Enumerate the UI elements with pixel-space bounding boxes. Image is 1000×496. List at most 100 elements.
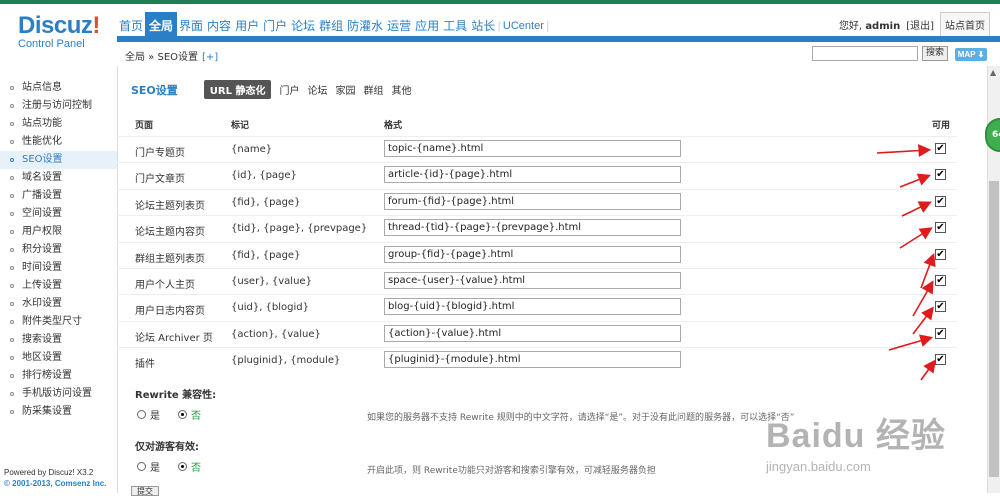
logo-subtitle: Control Panel bbox=[18, 38, 85, 50]
format-input[interactable]: thread-{tid}-{page}-{prevpage}.html bbox=[384, 219, 681, 237]
logout-link[interactable]: [退出] bbox=[906, 17, 934, 32]
sidebar-item[interactable]: 域名设置 bbox=[0, 169, 117, 187]
format-input[interactable]: forum-{fid}-{page}.html bbox=[384, 192, 681, 210]
bullet-icon bbox=[10, 158, 14, 162]
tab-other[interactable]: 其他 bbox=[391, 82, 411, 97]
tab-forum[interactable]: 论坛 bbox=[307, 82, 327, 97]
search-button[interactable]: 搜索 bbox=[922, 46, 948, 61]
format-input[interactable]: topic-{name}.html bbox=[384, 140, 681, 157]
sidebar-item[interactable]: 地区设置 bbox=[0, 349, 117, 367]
format-input[interactable]: space-{user}-{value}.html bbox=[384, 272, 681, 289]
guest-no-radio[interactable] bbox=[178, 462, 187, 471]
sidebar-item[interactable]: 站点功能 bbox=[0, 115, 117, 133]
page-name: 论坛主题内容页 bbox=[135, 227, 205, 239]
breadcrumb-text: 全局 » SEO设置 bbox=[125, 52, 199, 63]
add-shortcut-link[interactable]: [+] bbox=[202, 52, 218, 63]
format-input[interactable]: blog-{uid}-{blogid}.html bbox=[384, 298, 681, 316]
nav-underline-bar bbox=[117, 36, 1000, 42]
bullet-icon bbox=[10, 356, 14, 360]
site-home-button[interactable]: 站点首页 bbox=[940, 12, 990, 37]
bullet-icon bbox=[10, 140, 14, 144]
submit-button[interactable]: 提交 bbox=[131, 486, 159, 496]
page-name: 用户个人主页 bbox=[135, 280, 195, 291]
user-name: admin bbox=[865, 21, 901, 32]
sidebar-item[interactable]: 用户权限 bbox=[0, 223, 117, 241]
map-button[interactable]: MAP ⬇ bbox=[955, 48, 987, 61]
header-enabled: 可用 bbox=[932, 121, 951, 131]
sidebar-item-label: 手机版访问设置 bbox=[22, 388, 92, 399]
table-row: 群组主题列表页 {fid}, {page} group-{fid}-{page}.h… bbox=[117, 241, 957, 268]
sidebar-footer: Powered by Discuz! X3.2 © 2001-2013, Com… bbox=[4, 467, 106, 489]
enabled-checkbox[interactable]: ✔ bbox=[935, 275, 946, 286]
watermark-main: Baidu 经验 bbox=[766, 417, 946, 455]
sidebar-item[interactable]: 防采集设置 bbox=[0, 403, 117, 421]
table-row: 插件 {pluginid}, {module} {pluginid}-{module… bbox=[117, 347, 957, 373]
search-input[interactable] bbox=[812, 46, 918, 61]
page-name: 门户文章页 bbox=[135, 174, 185, 186]
scroll-up-arrow-icon[interactable]: ▲ bbox=[990, 68, 996, 77]
enabled-checkbox[interactable]: ✔ bbox=[935, 169, 946, 181]
sidebar-item[interactable]: 性能优化 bbox=[0, 133, 117, 151]
enabled-checkbox[interactable]: ✔ bbox=[935, 354, 946, 366]
sidebar-item-label: 地区设置 bbox=[22, 352, 62, 363]
sidebar-item[interactable]: 空间设置 bbox=[0, 205, 117, 223]
sidebar-item[interactable]: 站点信息 bbox=[0, 79, 117, 97]
bullet-icon bbox=[10, 230, 14, 234]
format-input[interactable]: {pluginid}-{module}.html bbox=[384, 351, 681, 369]
sidebar-item-label: 站点信息 bbox=[22, 82, 62, 93]
enabled-checkbox[interactable]: ✔ bbox=[935, 222, 946, 234]
guest-yes-radio[interactable] bbox=[137, 462, 146, 471]
bullet-icon bbox=[10, 176, 14, 180]
rewrite-yes-radio[interactable] bbox=[137, 410, 146, 419]
sidebar-item-label: 时间设置 bbox=[22, 262, 62, 273]
tab-group[interactable]: 群组 bbox=[363, 82, 383, 97]
rewrite-yes-label: 是 bbox=[150, 411, 160, 422]
bullet-icon bbox=[10, 284, 14, 288]
page-tags: {uid}, {blogid} bbox=[231, 302, 309, 314]
header-format: 格式 bbox=[384, 121, 403, 131]
enabled-checkbox[interactable]: ✔ bbox=[935, 195, 946, 207]
section-title: SEO设置 bbox=[131, 83, 178, 97]
sidebar-item[interactable]: 搜索设置 bbox=[0, 331, 117, 349]
enabled-checkbox[interactable]: ✔ bbox=[935, 327, 946, 339]
bullet-icon bbox=[10, 338, 14, 342]
logo[interactable]: Discuz! Control Panel bbox=[18, 12, 118, 50]
header-page: 页面 bbox=[135, 121, 154, 131]
format-input[interactable]: article-{id}-{page}.html bbox=[384, 166, 681, 184]
sidebar-item[interactable]: 广播设置 bbox=[0, 187, 117, 205]
sidebar-item[interactable]: 手机版访问设置 bbox=[0, 385, 117, 403]
page-name: 论坛主题列表页 bbox=[135, 200, 205, 212]
format-input[interactable]: group-{fid}-{page}.html bbox=[384, 245, 681, 263]
sidebar-item[interactable]: 水印设置 bbox=[0, 295, 117, 313]
page-tags: {fid}, {page} bbox=[231, 196, 301, 208]
rewrite-compat-title: Rewrite 兼容性: bbox=[135, 390, 217, 401]
sidebar-item[interactable]: 时间设置 bbox=[0, 259, 117, 277]
tab-portal[interactable]: 门户 bbox=[279, 82, 299, 97]
sidebar-item[interactable]: 注册与访问控制 bbox=[0, 97, 117, 115]
tab-url-rewrite[interactable]: URL 静态化 bbox=[203, 80, 272, 99]
sidebar-item[interactable]: 积分设置 bbox=[0, 241, 117, 259]
rewrite-compat-hint: 如果您的服务器不支持 Rewrite 规则中的中文字符，请选择“是”。对于没有此… bbox=[367, 413, 795, 423]
page-name: 群组主题列表页 bbox=[135, 253, 205, 265]
enabled-checkbox[interactable]: ✔ bbox=[935, 248, 946, 260]
bullet-icon bbox=[10, 122, 14, 126]
enabled-checkbox[interactable]: ✔ bbox=[935, 301, 946, 313]
page-tags: {action}, {value} bbox=[231, 328, 321, 340]
tab-home[interactable]: 家园 bbox=[335, 82, 355, 97]
guest-only-title: 仅对游客有效: bbox=[135, 442, 199, 453]
sidebar-item[interactable]: 排行榜设置 bbox=[0, 367, 117, 385]
copyright: © 2001-2013, Comsenz Inc. bbox=[4, 479, 107, 488]
enabled-checkbox[interactable]: ✔ bbox=[935, 143, 946, 154]
table-row: 用户个人主页 {user}, {value} space-{user}-{value… bbox=[117, 268, 957, 294]
guest-no-label: 否 bbox=[191, 463, 201, 474]
sidebar-item[interactable]: 上传设置 bbox=[0, 277, 117, 295]
rewrite-no-radio[interactable] bbox=[178, 410, 187, 419]
sidebar-item[interactable]: SEO设置 bbox=[0, 151, 117, 169]
sidebar-item[interactable]: 附件类型尺寸 bbox=[0, 313, 117, 331]
watermark-url: jingyan.baidu.com bbox=[766, 459, 871, 474]
user-greeting: 您好, bbox=[838, 21, 863, 32]
format-input[interactable]: {action}-{value}.html bbox=[384, 324, 681, 342]
page-name: 门户专题页 bbox=[135, 148, 185, 159]
table-header: 页面 标记 格式 可用 bbox=[117, 118, 957, 132]
sidebar: 站点信息注册与访问控制 站点功能 性能优化 SEO设置 域名设置 广播设置 空间设置 用户权限… bbox=[0, 66, 117, 493]
